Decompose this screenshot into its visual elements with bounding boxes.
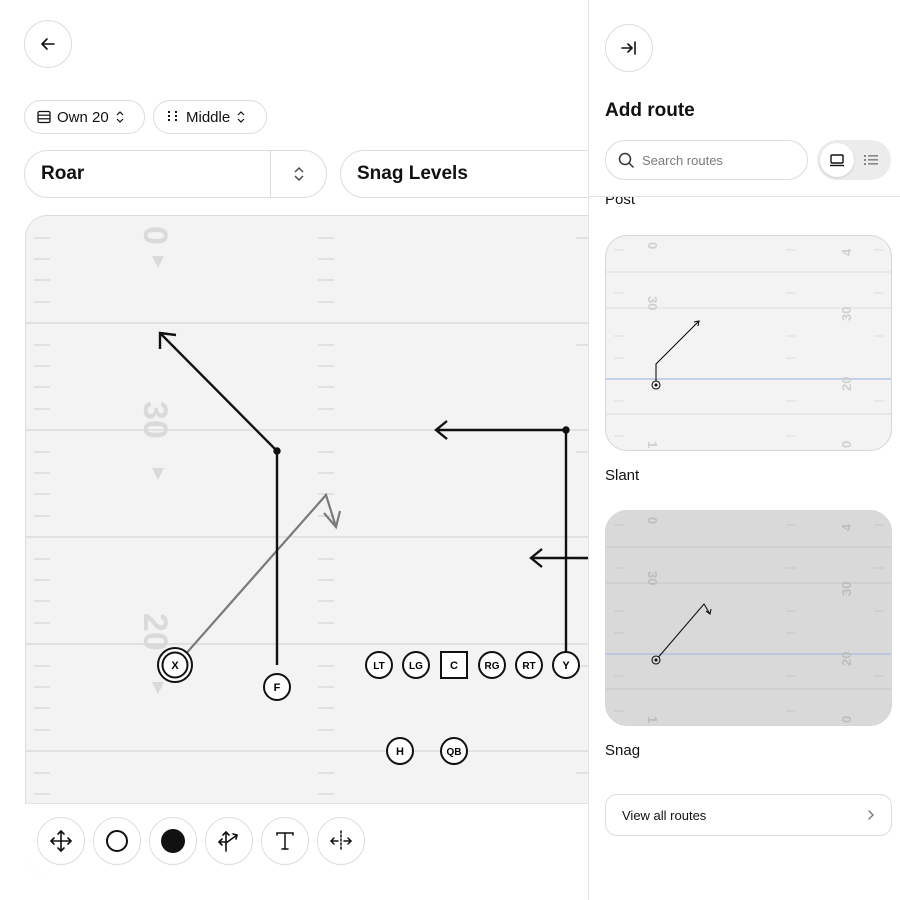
player-label: LG <box>409 661 423 672</box>
chevron-updown-icon <box>237 111 245 123</box>
card-view-button[interactable] <box>820 143 854 177</box>
view-all-routes-button[interactable]: View all routes <box>605 794 892 836</box>
view-all-label: View all routes <box>622 807 707 823</box>
player-label: X <box>171 660 179 672</box>
card-number: 0 <box>839 441 854 448</box>
yard-number: 0 <box>136 226 174 245</box>
player-label: RG <box>485 661 500 672</box>
player-label: RT <box>522 661 535 672</box>
yard-arrow-icon <box>152 468 164 480</box>
arrow-left-icon <box>41 38 55 50</box>
route-arrow-icon <box>218 831 238 852</box>
card-number: 0 <box>839 716 854 723</box>
route-y-out[interactable] <box>434 420 570 665</box>
card-number: 4 <box>839 523 854 531</box>
player-label: Y <box>562 660 570 672</box>
route-name: Snag <box>605 742 641 759</box>
card-number: 20 <box>839 377 854 391</box>
chevron-updown-icon <box>116 111 124 123</box>
text-tool-button[interactable] <box>261 817 309 865</box>
card-number: 30 <box>839 582 854 596</box>
player-label: F <box>274 682 281 694</box>
drawing-toolbar <box>25 803 625 875</box>
player-c[interactable]: C <box>440 651 468 679</box>
table-icon <box>37 110 51 124</box>
field-position-label: Own 20 <box>57 108 109 126</box>
player-h[interactable]: H <box>386 737 414 765</box>
snag-route <box>651 603 712 665</box>
formation-select[interactable]: Roar <box>24 150 327 198</box>
route-tool-button[interactable] <box>205 817 253 865</box>
mirror-tool-button[interactable] <box>317 817 365 865</box>
player-qb[interactable]: QB <box>440 737 468 765</box>
card-number: 0 <box>645 517 660 524</box>
player-label: H <box>396 746 404 758</box>
field-canvas[interactable]: 0 30 20 X F LT LG C RG RT Y H QB <box>26 216 625 875</box>
hash-marks <box>34 237 592 795</box>
yard-arrow-icon <box>152 256 164 268</box>
player-f[interactable]: F <box>263 673 291 701</box>
empty-circle-icon <box>106 830 128 852</box>
formation-label: Roar <box>41 163 85 184</box>
card-number: 4 <box>839 248 854 256</box>
formation-stepper[interactable] <box>270 151 326 197</box>
filled-circle-tool-button[interactable] <box>149 817 197 865</box>
move-icon <box>50 830 72 852</box>
card-number: 30 <box>645 296 660 310</box>
yard-numbers: 0 30 20 <box>136 226 174 694</box>
collapse-right-icon <box>621 41 636 55</box>
card-number: 30 <box>839 307 854 321</box>
yard-arrow-icon <box>152 682 164 694</box>
card-view-icon <box>830 154 844 167</box>
route-search[interactable] <box>605 140 808 180</box>
list-view-icon <box>864 155 878 165</box>
yard-number: 20 <box>136 613 174 651</box>
player-x[interactable]: X <box>157 647 193 683</box>
route-card-slant[interactable]: 0 30 1 4 30 20 0 <box>605 235 892 451</box>
empty-circle-tool-button[interactable] <box>93 817 141 865</box>
player-label: QB <box>447 747 462 758</box>
route-x-grey[interactable] <box>175 492 342 666</box>
route-card-snag[interactable]: 0 30 1 4 30 20 0 <box>605 510 892 726</box>
back-button[interactable] <box>24 20 72 68</box>
player-lt[interactable]: LT <box>365 651 393 679</box>
card-number: 30 <box>645 571 660 585</box>
player-rt[interactable]: RT <box>515 651 543 679</box>
player-y[interactable]: Y <box>552 651 580 679</box>
route-name: Slant <box>605 467 640 484</box>
view-toggle <box>817 140 891 180</box>
hash-label: Middle <box>186 108 231 126</box>
play-field[interactable]: 0 30 20 X F LT LG C RG RT Y H QB <box>25 215 625 875</box>
player-label: LT <box>373 661 384 672</box>
chevron-updown-icon <box>294 167 303 181</box>
player-lg[interactable]: LG <box>402 651 430 679</box>
route-preview: 0 30 1 4 30 20 0 <box>606 517 891 723</box>
player-label: C <box>450 660 458 672</box>
panel-title: Add route <box>605 100 695 121</box>
field-position-select[interactable]: Own 20 <box>24 100 145 134</box>
chevron-right-icon <box>868 810 874 820</box>
add-route-panel: Add route Post <box>588 0 900 900</box>
card-number: 1 <box>645 716 660 723</box>
yard-number: 30 <box>136 401 174 439</box>
card-number: 20 <box>839 652 854 666</box>
filled-circle-icon <box>161 829 185 853</box>
hash-marks-icon <box>168 111 177 121</box>
move-tool-button[interactable] <box>37 817 85 865</box>
text-tool-icon <box>276 832 294 850</box>
mirror-tool-icon <box>330 830 352 852</box>
card-number: 1 <box>645 441 660 448</box>
route-list[interactable]: Post 0 30 1 4 30 20 0 Slant 0 30 1 4 30 … <box>589 197 900 900</box>
player-rg[interactable]: RG <box>478 651 506 679</box>
collapse-panel-button[interactable] <box>605 24 653 72</box>
search-icon <box>618 152 634 168</box>
route-preview: 0 30 1 4 30 20 0 <box>606 242 891 448</box>
hash-select[interactable]: Middle <box>153 100 267 134</box>
search-input[interactable] <box>642 152 782 168</box>
card-number: 0 <box>645 242 660 249</box>
route-name: Post <box>605 197 636 208</box>
play-label: Snag Levels <box>357 163 468 184</box>
list-view-button[interactable] <box>854 143 888 177</box>
